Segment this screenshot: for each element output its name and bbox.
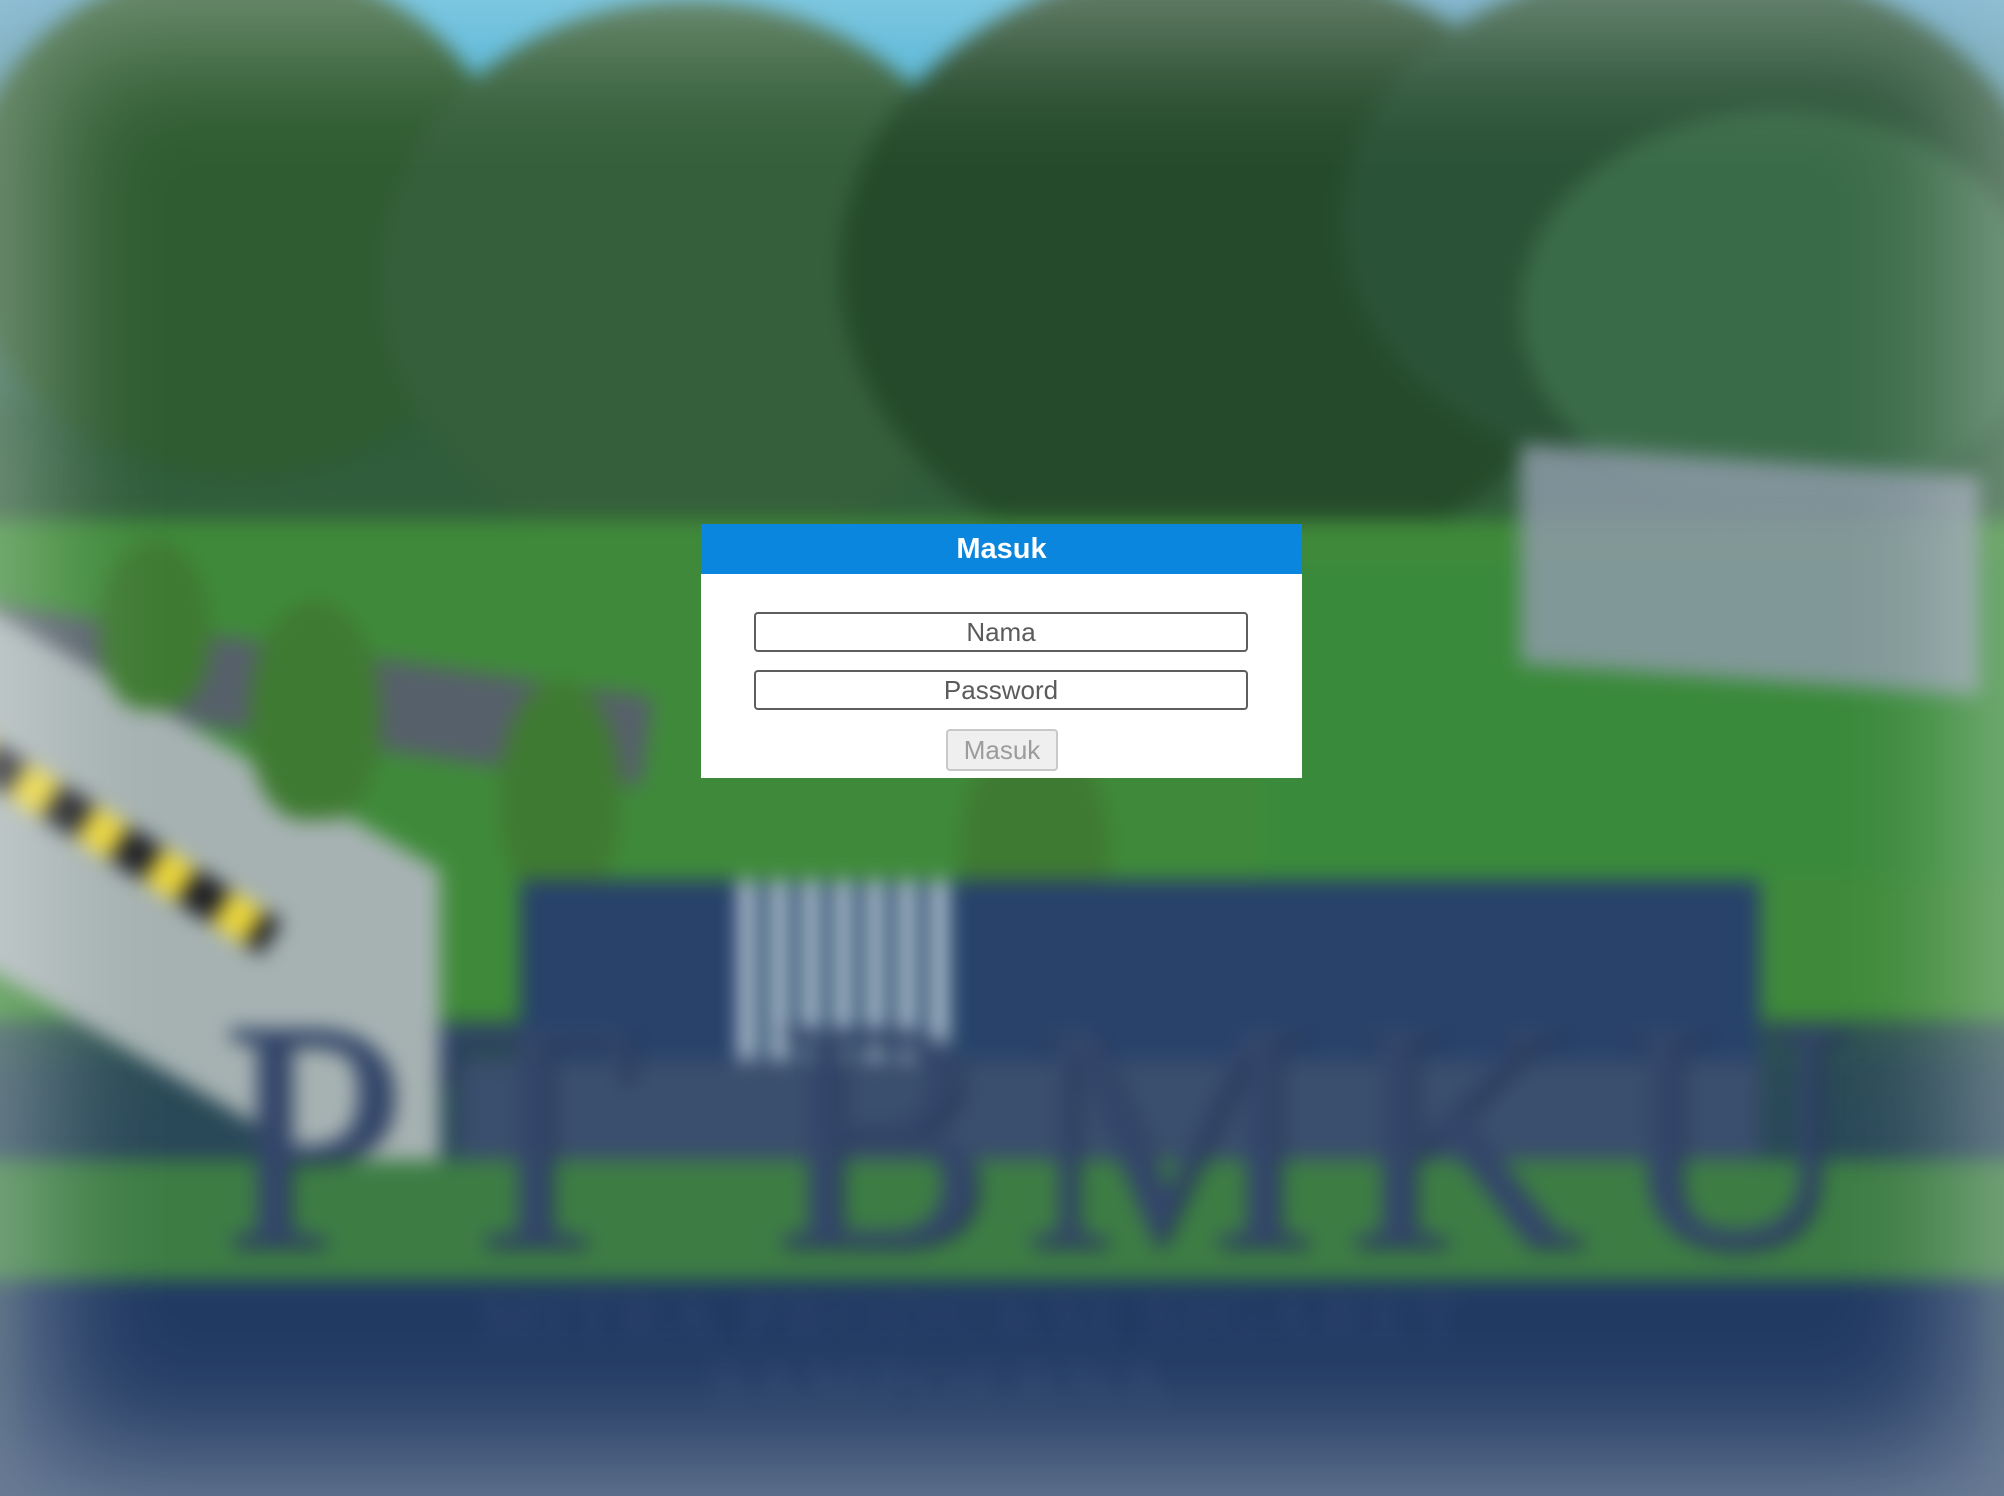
bush — [500, 680, 620, 900]
login-button[interactable]: Masuk — [946, 729, 1058, 771]
login-title: Masuk — [701, 524, 1302, 574]
name-input[interactable] — [754, 612, 1248, 652]
sign-main-text: PT BMKU — [220, 952, 1882, 1317]
login-panel: Masuk Masuk — [701, 524, 1302, 778]
bush — [250, 600, 380, 820]
sign-line-2: SAMPOERNA — [710, 1346, 1172, 1419]
wall — [1520, 443, 1980, 697]
background-photo: PT BMKU MITRA PRODUKSI SIGARET SAMPOERNA… — [0, 0, 2004, 1496]
password-input[interactable] — [754, 670, 1248, 710]
bush — [100, 540, 210, 710]
